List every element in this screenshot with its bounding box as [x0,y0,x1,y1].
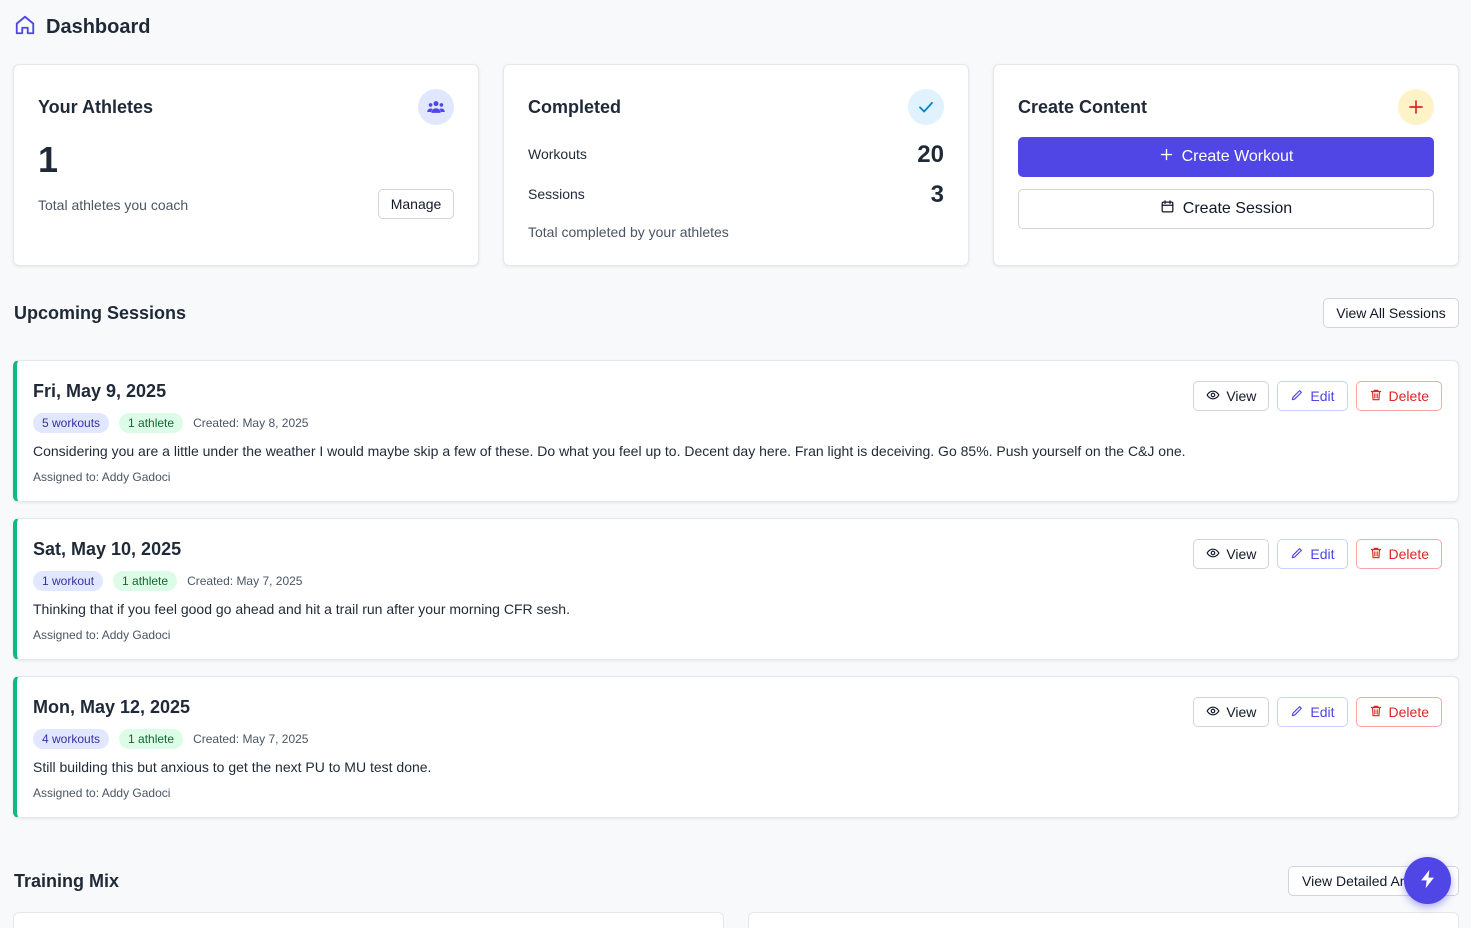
view-all-sessions-button[interactable]: View All Sessions [1323,298,1459,328]
edit-label: Edit [1310,704,1335,720]
session-date: Mon, May 12, 2025 [33,697,191,717]
eye-icon [1206,388,1220,405]
session-meta: 4 workouts 1 athlete Created: May 7, 202… [33,729,308,749]
sessions-label: Sessions [528,186,585,202]
trash-icon [1369,388,1383,405]
session-assigned: Assigned to: Addy Gadoci [33,786,171,800]
create-session-button[interactable]: Create Session [1018,189,1434,229]
home-icon[interactable] [14,14,36,41]
delete-label: Delete [1388,388,1429,404]
athletes-subtitle: Total athletes you coach [38,197,189,213]
athlete-count: 1 [38,139,59,180]
session-card: Fri, May 9, 2025 5 workouts 1 athlete Cr… [13,360,1459,502]
edit-button[interactable]: Edit [1277,539,1348,569]
session-date: Sat, May 10, 2025 [33,539,182,559]
session-assigned: Assigned to: Addy Gadoci [33,470,171,484]
athletes-card-title: Your Athletes [38,97,154,117]
view-label: View [1226,704,1257,720]
quick-action-button[interactable] [1404,857,1451,904]
create-workout-button[interactable]: Create Workout [1018,137,1434,177]
training-mix-title: Training Mix [14,871,120,891]
upcoming-sessions-title: Upcoming Sessions [14,303,187,323]
edit-label: Edit [1310,388,1335,404]
delete-label: Delete [1388,704,1429,720]
workouts-badge: 1 workout [33,571,104,591]
session-assigned: Assigned to: Addy Gadoci [33,628,171,642]
create-workout-label: Create Workout [1181,148,1294,165]
calendar-icon [1160,199,1175,219]
view-button[interactable]: View [1193,539,1270,569]
session-description: Still building this but anxious to get t… [33,759,432,775]
edit-button[interactable]: Edit [1277,381,1348,411]
completed-card: Completed Workouts 20 Sessions 3 Total c… [503,64,969,266]
created-date: Created: May 7, 2025 [193,732,309,746]
edit-button[interactable]: Edit [1277,697,1348,727]
training-mix-card-right [748,912,1459,928]
session-description: Thinking that if you feel good go ahead … [33,601,570,617]
users-icon [418,89,454,125]
create-content-card: Create Content Create Workout Create Ses… [993,64,1459,266]
delete-label: Delete [1388,546,1429,562]
completed-footnote: Total completed by your athletes [528,224,729,240]
workouts-badge: 5 workouts [33,413,110,433]
plus-icon [1159,147,1174,167]
view-button[interactable]: View [1193,381,1270,411]
trash-icon [1369,704,1383,721]
pencil-icon [1290,388,1304,405]
edit-label: Edit [1310,546,1335,562]
view-detailed-label: View Detailed Ar [1302,873,1405,889]
workouts-label: Workouts [528,146,587,162]
athletes-card: Your Athletes 1 Total athletes you coach… [13,64,479,266]
completed-card-title: Completed [528,97,622,117]
pencil-icon [1290,546,1304,563]
session-card: Sat, May 10, 2025 1 workout 1 athlete Cr… [13,518,1459,660]
eye-icon [1206,704,1220,721]
session-actions: View Edit Delete [1193,381,1442,411]
pencil-icon [1290,704,1304,721]
created-date: Created: May 8, 2025 [193,416,309,430]
session-actions: View Edit Delete [1193,539,1442,569]
athletes-badge: 1 athlete [119,413,184,433]
create-content-title: Create Content [1018,97,1148,117]
eye-icon [1206,546,1220,563]
lightning-icon [1417,868,1439,893]
workouts-value: 20 [917,141,944,168]
session-meta: 1 workout 1 athlete Created: May 7, 2025 [33,571,302,591]
page-title: Dashboard [46,16,151,38]
workouts-badge: 4 workouts [33,729,110,749]
session-date: Fri, May 9, 2025 [33,381,167,401]
athletes-badge: 1 athlete [113,571,178,591]
trash-icon [1369,546,1383,563]
check-icon [908,89,944,125]
view-label: View [1226,388,1257,404]
training-mix-card-left [13,912,724,928]
sessions-value: 3 [930,181,944,208]
session-meta: 5 workouts 1 athlete Created: May 8, 202… [33,413,308,433]
plus-icon [1398,89,1434,125]
view-label: View [1226,546,1257,562]
session-description: Considering you are a little under the w… [33,443,1186,459]
athletes-badge: 1 athlete [119,729,184,749]
delete-button[interactable]: Delete [1355,539,1442,569]
session-actions: View Edit Delete [1193,697,1442,727]
page-header: Dashboard [14,14,150,41]
create-session-label: Create Session [1182,200,1293,217]
session-card: Mon, May 12, 2025 4 workouts 1 athlete C… [13,676,1459,818]
delete-button[interactable]: Delete [1355,381,1442,411]
delete-button[interactable]: Delete [1355,697,1442,727]
manage-button[interactable]: Manage [378,189,454,219]
created-date: Created: May 7, 2025 [187,574,303,588]
view-button[interactable]: View [1193,697,1270,727]
